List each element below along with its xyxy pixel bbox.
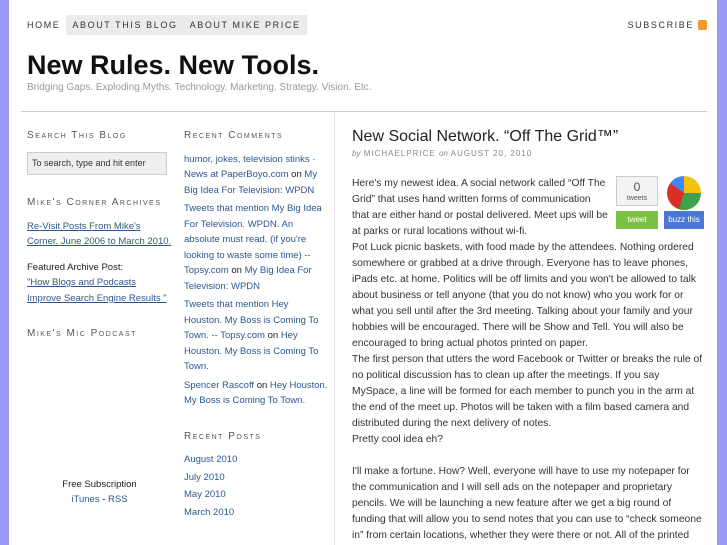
page: HOME ABOUT THIS BLOG ABOUT MIKE PRICE SU… bbox=[9, 0, 717, 545]
on-label: on bbox=[438, 149, 448, 158]
nav-about-mike[interactable]: ABOUT MIKE PRICE bbox=[184, 15, 307, 35]
recent-post-link[interactable]: August 2010 bbox=[184, 454, 237, 465]
post-paragraph: Pot Luck picnic baskets, with food made … bbox=[352, 242, 697, 349]
archives-link[interactable]: Re-Visit Posts From Mike's Corner. June … bbox=[27, 221, 171, 248]
post-title[interactable]: New Social Network. “Off The Grid™” bbox=[352, 128, 704, 146]
comment-on: on bbox=[264, 330, 281, 341]
recent-posts-heading: Recent Posts bbox=[184, 430, 262, 442]
main-nav: HOME ABOUT THIS BLOG ABOUT MIKE PRICE bbox=[21, 15, 307, 35]
subscribe-label: SUBSCRIBE bbox=[627, 20, 694, 30]
left-sidebar: Search This Blog To search, type and hit… bbox=[27, 128, 172, 508]
post-paragraph: I'll make a fortune. How? Well, everyone… bbox=[352, 466, 702, 541]
column-divider bbox=[334, 112, 335, 545]
buzz-button[interactable]: buzz this bbox=[664, 211, 704, 229]
site-title[interactable]: New Rules. New Tools. bbox=[27, 50, 319, 81]
google-buzz-icon[interactable] bbox=[667, 176, 701, 210]
comment-author[interactable]: Tweets that mention Hey Houston. My Boss… bbox=[184, 299, 318, 341]
post-meta: by MICHAELPRICE on AUGUST 20, 2010 bbox=[352, 149, 704, 158]
post-paragraph: Pretty cool idea eh? bbox=[352, 434, 444, 445]
nav-home[interactable]: HOME bbox=[21, 15, 66, 35]
archives-heading: Mike's Corner Archives bbox=[27, 197, 162, 208]
podcast-heading: Mike's Mic Podcast bbox=[27, 328, 137, 339]
comment-item: Tweets that mention My Big Idea For Tele… bbox=[184, 201, 329, 294]
comment-item: Tweets that mention Hey Houston. My Boss… bbox=[184, 297, 329, 375]
comment-on: on bbox=[228, 265, 245, 276]
recent-post-link[interactable]: July 2010 bbox=[184, 472, 225, 483]
recent-comments-heading: Recent Comments bbox=[184, 130, 284, 141]
comment-on: on bbox=[288, 169, 305, 180]
post: New Social Network. “Off The Grid™” by M… bbox=[352, 128, 704, 544]
rss-link[interactable]: RSS bbox=[108, 494, 128, 505]
site-tagline: Bridging Gaps. Exploding Myths. Technolo… bbox=[27, 82, 372, 93]
featured-label: Featured Archive Post: bbox=[27, 261, 124, 273]
tweet-button[interactable]: tweet bbox=[616, 211, 658, 229]
divider bbox=[21, 111, 707, 112]
tweet-counter: 0 tweets bbox=[616, 176, 658, 206]
search-input[interactable]: To search, type and hit enter bbox=[27, 151, 167, 175]
subscribe-link[interactable]: SUBSCRIBE bbox=[628, 20, 707, 30]
rss-icon bbox=[698, 20, 707, 30]
separator: - bbox=[99, 494, 109, 505]
tweet-count: 0 bbox=[633, 180, 641, 194]
post-author[interactable]: MICHAELPRICE bbox=[364, 149, 436, 158]
free-subscription-label: Free Subscription bbox=[62, 478, 137, 490]
nav-about-blog[interactable]: ABOUT THIS BLOG bbox=[66, 15, 183, 35]
post-paragraph: The first person that utters the word Fa… bbox=[352, 354, 703, 429]
tweets-label: tweets bbox=[626, 195, 648, 202]
post-date: AUGUST 20, 2010 bbox=[450, 149, 533, 158]
itunes-link[interactable]: iTunes bbox=[71, 494, 99, 505]
recent-post-link[interactable]: March 2010 bbox=[184, 507, 234, 518]
comment-author[interactable]: Spencer Rascoff bbox=[184, 380, 254, 391]
by-label: by bbox=[352, 149, 361, 158]
comment-on: on bbox=[254, 379, 270, 391]
featured-link[interactable]: "How Blogs and Podcasts Improve Search E… bbox=[27, 277, 167, 304]
share-buttons: 0 tweets tweet buzz this bbox=[616, 176, 704, 229]
recent-post-link[interactable]: May 2010 bbox=[184, 489, 226, 500]
comment-item: Spencer Rascoff on Hey Houston. My Boss … bbox=[184, 378, 329, 409]
comment-item: humor, jokes, television stinks · News a… bbox=[184, 152, 329, 199]
post-body: 0 tweets tweet buzz this Here's my newest… bbox=[352, 176, 704, 544]
search-heading: Search This Blog bbox=[27, 130, 127, 141]
middle-sidebar: Recent Comments humor, jokes, television… bbox=[184, 128, 329, 522]
